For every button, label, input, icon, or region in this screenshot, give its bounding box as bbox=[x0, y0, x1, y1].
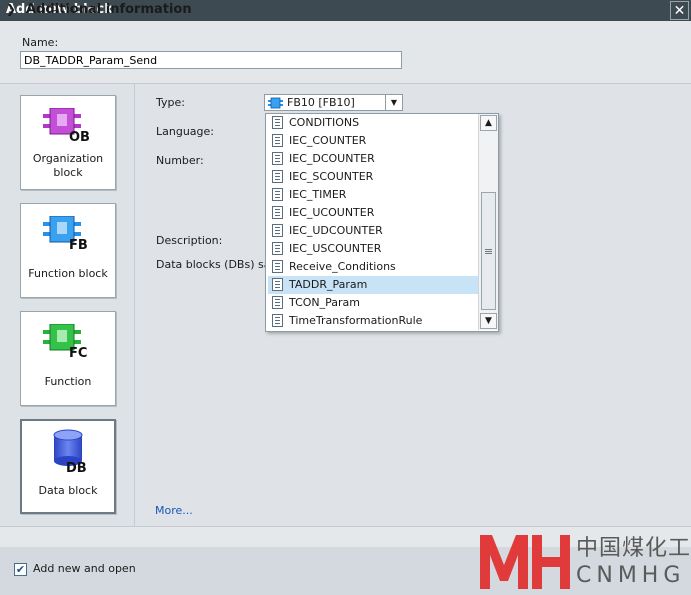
function-block-button[interactable]: FB Function block bbox=[20, 203, 116, 298]
dropdown-item[interactable]: IEC_DCOUNTER bbox=[268, 150, 480, 168]
organization-block-icon: OB bbox=[43, 108, 90, 142]
data-type-icon bbox=[272, 278, 283, 291]
function-block-icon: FB bbox=[43, 216, 88, 250]
description-text: Data blocks (DBs) sa bbox=[156, 258, 271, 271]
function-label: Function bbox=[44, 375, 92, 388]
additional-information-label: Additional information bbox=[26, 2, 192, 17]
dropdown-item[interactable]: CONDITIONS bbox=[268, 114, 480, 132]
svg-text:OB: OB bbox=[69, 130, 90, 142]
add-new-and-open-checkbox[interactable]: ✔ bbox=[14, 563, 27, 576]
description-label: Description: bbox=[156, 234, 223, 247]
data-type-icon bbox=[272, 188, 283, 201]
scrollbar-thumb[interactable] bbox=[481, 192, 496, 310]
svg-text:FC: FC bbox=[69, 346, 87, 358]
data-type-icon bbox=[272, 260, 283, 273]
dropdown-item[interactable]: IEC_UCOUNTER bbox=[268, 204, 480, 222]
dropdown-item[interactable]: IEC_SCOUNTER bbox=[268, 168, 480, 186]
name-input[interactable] bbox=[20, 51, 402, 69]
add-new-and-open-label: Add new and open bbox=[33, 562, 136, 575]
function-button[interactable]: FC Function bbox=[20, 311, 116, 406]
more-link[interactable]: More... bbox=[155, 504, 193, 517]
function-block-icon bbox=[268, 97, 283, 109]
data-type-icon bbox=[272, 242, 283, 255]
svg-text:FB: FB bbox=[69, 238, 88, 250]
data-type-icon bbox=[272, 152, 283, 165]
type-label: Type: bbox=[156, 96, 185, 109]
language-label: Language: bbox=[156, 125, 214, 138]
data-block-label: Data block bbox=[38, 484, 98, 497]
number-label: Number: bbox=[156, 154, 204, 167]
watermark-chinese-text: 中国煤化工 bbox=[576, 536, 691, 561]
scroll-up-icon[interactable]: ▲ bbox=[480, 115, 497, 131]
type-select-value: FB10 [FB10] bbox=[287, 96, 355, 109]
type-dropdown-list: CONDITIONS IEC_COUNTER IEC_DCOUNTER IEC_… bbox=[265, 113, 499, 332]
function-icon: FC bbox=[43, 324, 87, 358]
type-select[interactable]: FB10 [FB10] ▼ bbox=[264, 94, 403, 111]
data-block-icon: DB bbox=[53, 429, 87, 475]
function-block-label: Function block bbox=[28, 267, 108, 280]
dropdown-item[interactable]: TimeTransformationRule bbox=[268, 312, 480, 330]
data-type-icon bbox=[272, 116, 283, 129]
dropdown-item[interactable]: IEC_USCOUNTER bbox=[268, 240, 480, 258]
dropdown-item[interactable]: IEC_COUNTER bbox=[268, 132, 480, 150]
name-label: Name: bbox=[22, 36, 59, 49]
svg-text:DB: DB bbox=[66, 461, 87, 475]
data-type-icon bbox=[272, 206, 283, 219]
watermark-logo bbox=[480, 535, 570, 589]
data-block-button[interactable]: DB Data block bbox=[20, 419, 116, 514]
close-icon[interactable]: ✕ bbox=[670, 1, 689, 20]
data-type-icon bbox=[272, 134, 283, 147]
data-type-icon bbox=[272, 314, 283, 327]
data-type-icon bbox=[272, 224, 283, 237]
dropdown-item[interactable]: IEC_TIMER bbox=[268, 186, 480, 204]
organization-block-button[interactable]: OB Organization block bbox=[20, 95, 116, 190]
dropdown-item[interactable]: TCON_Param bbox=[268, 294, 480, 312]
scroll-down-icon[interactable]: ▼ bbox=[480, 313, 497, 329]
dropdown-item[interactable]: Receive_Conditions bbox=[268, 258, 480, 276]
data-type-icon bbox=[272, 296, 283, 309]
dropdown-item[interactable]: IEC_UDCOUNTER bbox=[268, 222, 480, 240]
data-type-icon bbox=[272, 170, 283, 183]
dropdown-scrollbar[interactable]: ▲ ▼ bbox=[478, 114, 498, 330]
dropdown-item-selected[interactable]: TADDR_Param bbox=[268, 276, 480, 294]
watermark-latin-text: CNMHG bbox=[576, 563, 686, 588]
chevron-right-icon[interactable]: ❯ bbox=[6, 2, 16, 16]
chevron-down-icon[interactable]: ▼ bbox=[385, 95, 402, 110]
organization-block-label: Organization block bbox=[32, 152, 104, 179]
